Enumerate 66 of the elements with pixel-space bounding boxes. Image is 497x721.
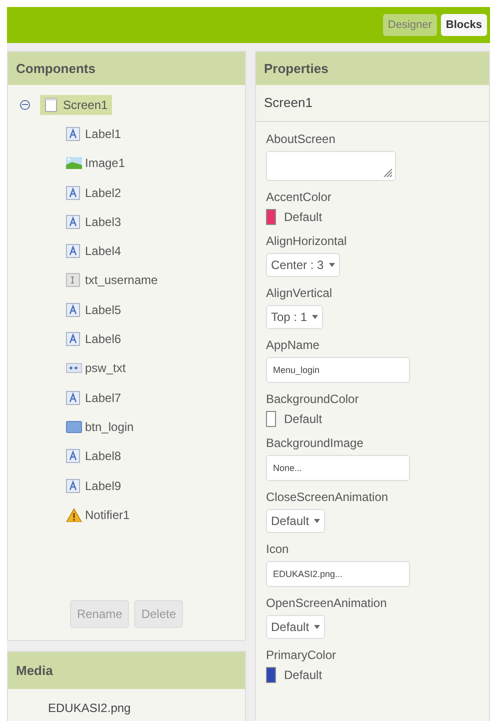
color-swatch[interactable] [266,411,276,427]
property-label: AlignHorizontal [266,234,348,248]
text-field-icon [66,273,82,288]
input-field[interactable]: EDUKASI2.png... [266,561,410,587]
property-label: BackgroundImage [266,436,364,450]
property-label: PrimaryColor [266,648,338,662]
component-name: Screen1 [256,85,489,122]
view-tab[interactable]: Blocks [440,14,487,36]
panel-header: Components [8,52,245,85]
caret-icon [314,625,320,629]
letter-a-icon [66,244,82,258]
image-icon [66,156,82,170]
dropdown[interactable]: Top : 1 [266,305,324,329]
dropdown[interactable]: Center : 3 [266,253,340,277]
input-field[interactable]: None... [266,455,410,481]
tree-item[interactable]: Label6 [62,329,126,350]
resize-grip-icon[interactable] [383,168,392,177]
tree-item[interactable]: Label2 [62,182,126,203]
caret-icon [314,519,320,523]
letter-a-icon [66,214,82,229]
warning-icon [66,508,82,522]
tree-item[interactable]: psw_txt [62,358,130,378]
tree-item[interactable]: Label3 [62,212,126,232]
property-label: OpenScreenAnimation [266,596,388,610]
tree-item[interactable]: Label9 [62,476,126,496]
tree-item[interactable]: Label8 [62,446,126,466]
tree-item[interactable]: Label7 [62,388,126,408]
letter-a-icon [66,302,82,317]
property-label: CloseScreenAnimation [266,490,390,504]
tree-item[interactable]: Label1 [62,124,126,144]
tree-item[interactable]: Label4 [62,241,126,262]
property-label: BackgroundColor [266,392,360,406]
property-label: AccentColor [266,190,332,204]
color-swatch[interactable] [266,667,276,683]
caret-icon [328,263,335,267]
letter-a-icon [66,186,82,200]
media-file[interactable]: EDUKASI2.png [8,689,245,715]
tree-item[interactable]: Notifier1 [62,504,134,525]
letter-a-icon [66,478,82,492]
input-field[interactable]: Menu_login [266,357,410,383]
password-field-icon [66,361,82,376]
property-label: AboutScreen [266,132,336,146]
color-value[interactable]: Default [284,412,322,426]
tree-item[interactable]: Label5 [62,300,126,320]
color-value[interactable]: Default [284,210,322,224]
letter-a-icon [66,390,82,405]
dropdown[interactable]: Default [266,509,326,533]
collapse-icon[interactable] [20,100,30,110]
letter-a-icon [66,449,82,464]
button-icon [66,420,82,434]
letter-a-icon [66,126,82,141]
tree-item[interactable]: txt_username [62,270,162,290]
caret-icon [312,315,318,319]
color-value[interactable]: Default [284,668,322,682]
tree-item[interactable]: Screen1 [40,94,112,115]
property-label: Icon [266,542,290,556]
panel-header: Properties [256,52,489,85]
color-swatch[interactable] [266,209,276,225]
property-label: AlignVertical [266,286,334,300]
property-label: AppName [266,338,320,352]
tree-item[interactable]: Image1 [62,153,130,174]
tree-item[interactable]: btn_login [62,416,138,437]
screen-icon [44,98,60,112]
dropdown[interactable]: Default [266,615,326,639]
letter-a-icon [66,332,82,346]
panel-header: Media [8,652,245,689]
